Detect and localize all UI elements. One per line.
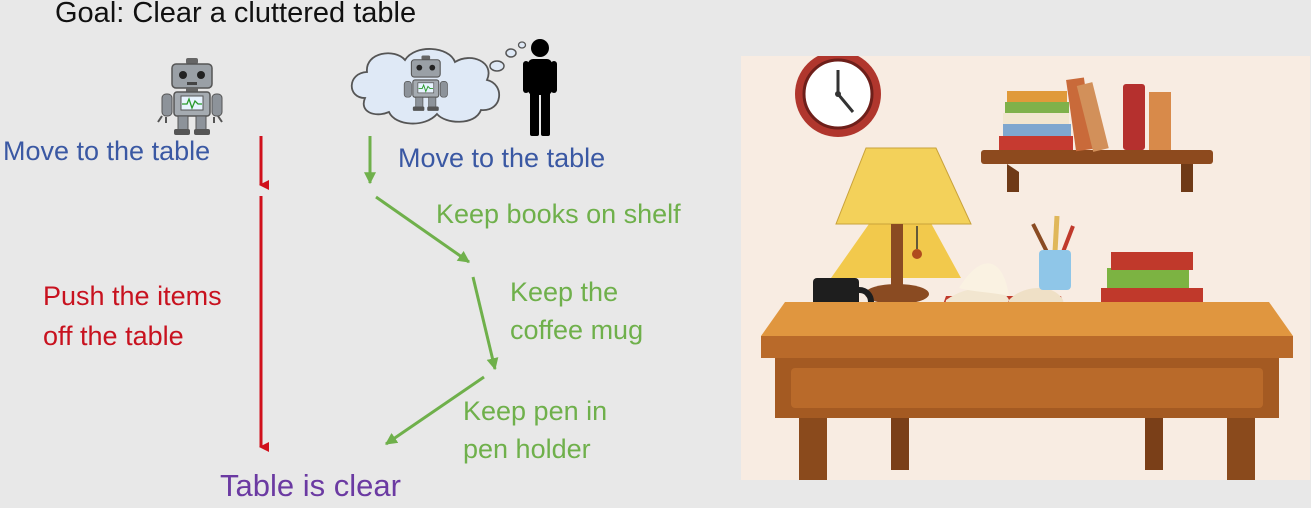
left-step-move: Move to the table: [3, 136, 211, 166]
right-step-mug: Keep the coffee mug: [510, 277, 644, 345]
robot-icon: [157, 58, 223, 135]
right-step-books: Keep books on shelf: [436, 199, 681, 229]
right-step-move: Move to the table: [398, 143, 606, 173]
goal-title: Goal: Clear a cluttered table: [55, 0, 417, 29]
human-silhouette-icon: [523, 39, 557, 136]
left-step-push: Push the items off the table: [43, 281, 222, 351]
desk-books-icon: [1101, 252, 1203, 308]
desk-scene-illustration: [741, 56, 1310, 480]
green-arrow-3: [471, 276, 499, 371]
diagram: Goal: Clear a cluttered table Move to th…: [0, 0, 1311, 508]
right-step-pen: Keep pen in pen holder: [463, 396, 608, 464]
result-label: Table is clear: [220, 468, 401, 503]
thought-bubble-icon: [350, 41, 527, 125]
